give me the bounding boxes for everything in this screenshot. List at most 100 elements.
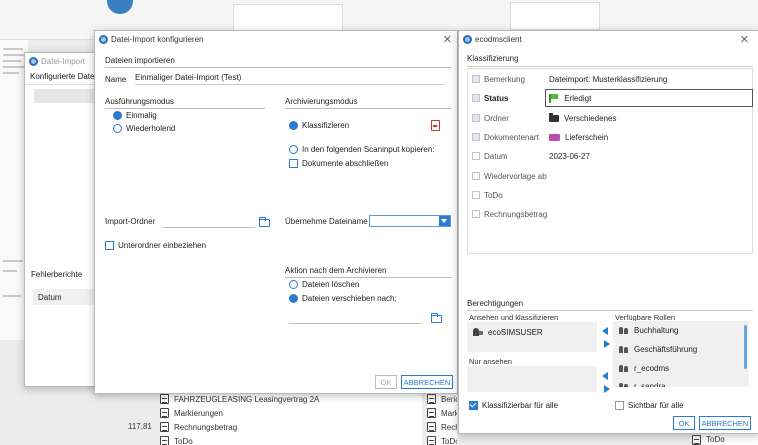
configure-import-title: Datei-Import konfigurieren (111, 34, 204, 44)
radio-icon[interactable] (289, 280, 298, 289)
field-checkbox[interactable] (472, 133, 480, 141)
classifiable-all-checkbox[interactable]: Klassifizierbar für alle (469, 401, 558, 410)
field-row-invoice-amount[interactable]: Rechnungsbetrag (468, 205, 752, 223)
name-field[interactable]: Einmaliger Datei-Import (Test) (135, 73, 445, 85)
list-item[interactable]: Mark (427, 406, 457, 420)
field-checkbox[interactable] (472, 114, 480, 122)
move-target-input[interactable] (289, 323, 421, 324)
list-item[interactable]: ToDo (427, 434, 457, 445)
field-row-remark[interactable]: Bemerkung Dateimport: Musterklassifizier… (468, 70, 752, 88)
archive-mode-classify[interactable]: Klassifizieren (289, 121, 349, 130)
arrow-left-icon[interactable] (602, 372, 608, 380)
name-label: Name (105, 74, 127, 84)
arrow-left-icon[interactable] (602, 327, 608, 335)
list-item[interactable]: Beric (427, 392, 457, 406)
field-checkbox[interactable] (472, 210, 480, 218)
view-only-label: Nur ansehen (469, 357, 512, 366)
configure-import-dialog: Datei-Import konfigurieren ✕ Dateien imp… (94, 30, 458, 394)
ecodms-logo-icon (29, 56, 38, 66)
cancel-button[interactable]: ABBRECHEN (401, 375, 453, 389)
arrow-right-icon[interactable] (604, 385, 610, 393)
permissions-header: Berechtigungen (467, 299, 753, 311)
after-archive-move[interactable]: Dateien verschieben nach: (289, 294, 397, 303)
field-checkbox[interactable] (472, 191, 480, 199)
list-item[interactable]: Markierungen (160, 406, 422, 420)
view-only-list[interactable] (467, 366, 597, 392)
configure-import-titlebar: Datei-Import konfigurieren (95, 31, 457, 47)
field-checkbox[interactable] (472, 75, 480, 83)
field-row-status[interactable]: Status Erledigt (468, 89, 753, 107)
checkbox-icon[interactable] (105, 241, 114, 250)
roles-scrollbar[interactable] (744, 325, 747, 369)
checkbox-icon[interactable] (615, 401, 624, 410)
document-icon (160, 408, 169, 418)
radio-selected-icon[interactable] (289, 121, 298, 130)
date-value[interactable]: 2023-06-27 (549, 152, 590, 161)
list-item[interactable]: Rech (427, 420, 457, 434)
available-roles-list[interactable]: Buchhaltung Geschäftsführung r_ecodms r_… (613, 321, 749, 387)
doctype-value[interactable]: Lieferschein (565, 133, 608, 142)
folder-open-icon[interactable] (431, 313, 442, 323)
close-icon[interactable]: ✕ (443, 33, 452, 46)
chevron-down-icon[interactable] (439, 216, 450, 226)
people-icon (619, 345, 629, 353)
execution-mode-repeat[interactable]: Wiederholend (113, 124, 175, 133)
field-checkbox[interactable] (472, 94, 480, 102)
cancel-button[interactable]: ABBRECHEN (699, 416, 751, 430)
pdf-icon[interactable] (431, 120, 440, 131)
field-checkbox[interactable] (472, 172, 480, 180)
import-folder-input[interactable] (163, 227, 255, 228)
error-reports-label: Fehlerberichte (31, 270, 83, 279)
document-icon (427, 422, 436, 432)
remark-value[interactable]: Dateimport: Musterklassifizierung (549, 75, 667, 84)
folder-open-icon[interactable] (259, 217, 270, 227)
classification-header: Klassifizierung (467, 54, 753, 67)
import-folder-row: Import-Ordner (105, 217, 161, 226)
radio-icon[interactable] (289, 145, 298, 154)
checkbox-checked-icon[interactable] (469, 401, 478, 410)
archive-mode-copy[interactable]: In den folgenden Scaninput kopieren: (289, 145, 435, 154)
radio-icon[interactable] (113, 124, 122, 133)
view-classify-list[interactable]: ecoSIMSUSER (467, 322, 597, 352)
people-icon (619, 364, 629, 372)
text-line (3, 260, 23, 262)
list-item[interactable]: FAHRZEUGLEASING Leasingvertrag 2A (160, 392, 422, 406)
folder-value[interactable]: Verschiedenes (564, 114, 616, 123)
user-group-icon (473, 328, 483, 336)
ecodmsclient-title: ecodmsclient (475, 34, 522, 44)
field-checkbox[interactable] (472, 152, 480, 160)
list-item[interactable]: Rechnungsbetrag (160, 420, 422, 434)
after-archive-delete[interactable]: Dateien löschen (289, 280, 359, 289)
take-filename-label: Übernehme Dateiname in (285, 217, 377, 226)
radio-selected-icon[interactable] (113, 111, 122, 120)
close-documents-checkbox[interactable]: Dokumente abschließen (289, 159, 388, 168)
checkbox-icon[interactable] (289, 159, 298, 168)
ok-button[interactable]: OK (673, 416, 695, 430)
visible-all-checkbox[interactable]: Sichtbar für alle (615, 401, 684, 410)
document-icon (692, 434, 701, 445)
list-item[interactable]: r_ecodms (613, 360, 737, 376)
ok-button[interactable]: OK (375, 375, 397, 389)
background-document-list-far-right: ToDo (692, 434, 758, 445)
include-subfolders-checkbox[interactable]: Unterordner einbeziehen (105, 241, 206, 250)
field-row-folder[interactable]: Ordner Verschiedenes (468, 109, 752, 127)
document-thumbnail[interactable] (510, 2, 600, 30)
list-item[interactable]: ToDo (692, 434, 758, 445)
field-row-doctype[interactable]: Dokumentenart Lieferschein (468, 128, 752, 146)
status-value[interactable]: Erledigt (564, 94, 591, 103)
close-icon[interactable]: ✕ (740, 33, 749, 46)
list-item[interactable]: ecoSIMSUSER (467, 324, 591, 340)
list-item[interactable]: r_sandra (613, 378, 737, 387)
filename-target-select[interactable] (369, 215, 451, 227)
field-row-resubmission[interactable]: Wiedervorlage ab (468, 167, 752, 185)
list-item[interactable]: ToDo (160, 434, 422, 445)
arrow-right-icon[interactable] (604, 340, 610, 348)
execution-mode-once[interactable]: Einmalig (113, 111, 157, 120)
text-line (3, 72, 19, 74)
list-item[interactable]: Geschäftsführung (613, 341, 737, 357)
radio-selected-icon[interactable] (289, 294, 298, 303)
field-row-todo[interactable]: ToDo (468, 186, 752, 204)
ecodms-logo-icon (99, 34, 108, 44)
field-row-date[interactable]: Datum 2023-06-27 (468, 147, 752, 165)
list-item[interactable]: Buchhaltung (613, 322, 737, 338)
